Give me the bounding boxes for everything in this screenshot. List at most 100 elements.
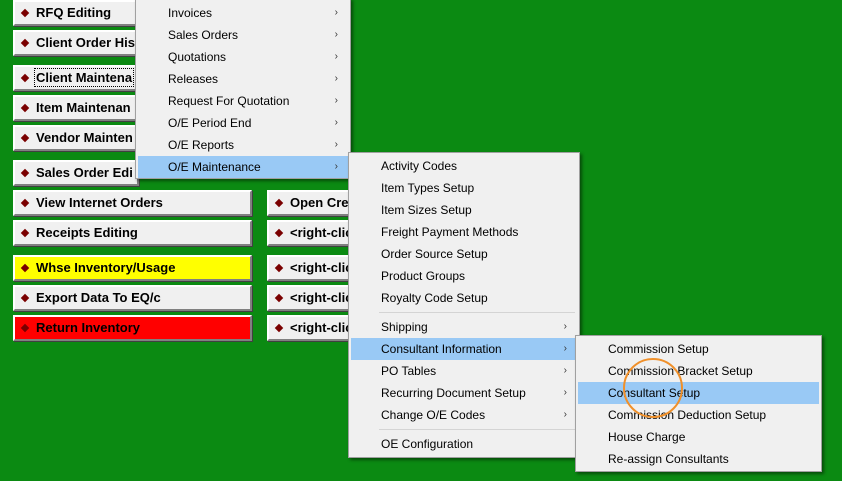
submenu-arrow-icon: › bbox=[334, 95, 338, 106]
vendor-maintenance-button[interactable]: Vendor Mainten bbox=[13, 125, 139, 151]
submenu-arrow-icon: › bbox=[563, 409, 567, 420]
consultant-information-submenu: Commission Setup Commission Bracket Setu… bbox=[575, 335, 822, 472]
menu-item-releases[interactable]: Releases › bbox=[138, 68, 348, 90]
menu-item-label: Item Types Setup bbox=[381, 181, 475, 195]
rfq-editing-button[interactable]: RFQ Editing bbox=[13, 0, 139, 26]
view-internet-orders-button[interactable]: View Internet Orders bbox=[13, 190, 252, 216]
right-click-label: <right-clic bbox=[290, 225, 351, 240]
submenu-arrow-icon: › bbox=[334, 51, 338, 62]
submenu-arrow-icon: › bbox=[334, 117, 338, 128]
menu-item-label: Activity Codes bbox=[381, 159, 458, 173]
diamond-icon bbox=[274, 323, 284, 333]
menu-item-item-sizes-setup[interactable]: Item Sizes Setup bbox=[351, 199, 577, 221]
export-data-label: Export Data To EQ/c bbox=[36, 290, 161, 305]
whse-inventory-usage-button[interactable]: Whse Inventory/Usage bbox=[13, 255, 252, 281]
menu-item-label: Item Sizes Setup bbox=[381, 203, 472, 217]
diamond-icon bbox=[274, 263, 284, 273]
diamond-icon bbox=[20, 263, 30, 273]
menu-item-label: PO Tables bbox=[381, 364, 437, 378]
submenu-arrow-icon: › bbox=[334, 139, 338, 150]
diamond-icon bbox=[20, 168, 30, 178]
right-click-button-3[interactable]: <right-clic bbox=[267, 285, 351, 311]
menu-item-commission-setup[interactable]: Commission Setup bbox=[578, 338, 819, 360]
menu-item-sales-orders[interactable]: Sales Orders › bbox=[138, 24, 348, 46]
menu-item-label: Invoices bbox=[168, 6, 213, 20]
diamond-icon bbox=[20, 8, 30, 18]
menu-item-freight-payment-methods[interactable]: Freight Payment Methods bbox=[351, 221, 577, 243]
right-click-button-1[interactable]: <right-clic bbox=[267, 220, 351, 246]
menu-item-consultant-setup[interactable]: Consultant Setup bbox=[578, 382, 819, 404]
menu-item-label: Commission Setup bbox=[608, 342, 709, 356]
receipts-editing-label: Receipts Editing bbox=[36, 225, 138, 240]
menu-item-consultant-information[interactable]: Consultant Information › bbox=[351, 338, 577, 360]
menu-item-shipping[interactable]: Shipping › bbox=[351, 316, 577, 338]
sales-order-editing-label: Sales Order Edi bbox=[36, 165, 133, 180]
menu-item-oe-maintenance[interactable]: O/E Maintenance › bbox=[138, 156, 348, 178]
item-maintenance-button[interactable]: Item Maintenan bbox=[13, 95, 139, 121]
diamond-icon bbox=[20, 73, 30, 83]
menu-separator bbox=[379, 429, 575, 430]
vendor-maintenance-label: Vendor Mainten bbox=[36, 130, 133, 145]
right-click-button-4[interactable]: <right-clic bbox=[267, 315, 351, 341]
diamond-icon bbox=[274, 198, 284, 208]
submenu-arrow-icon: › bbox=[563, 343, 567, 354]
diamond-icon bbox=[20, 198, 30, 208]
menu-item-label: Recurring Document Setup bbox=[381, 386, 526, 400]
right-click-label: <right-clic bbox=[290, 290, 351, 305]
submenu-arrow-icon: › bbox=[563, 365, 567, 376]
client-order-history-label: Client Order His bbox=[36, 35, 135, 50]
menu-item-label: O/E Reports bbox=[168, 138, 235, 152]
whse-inventory-usage-label: Whse Inventory/Usage bbox=[36, 260, 176, 275]
client-maintenance-button[interactable]: Client Maintena bbox=[13, 65, 139, 91]
submenu-arrow-icon: › bbox=[334, 29, 338, 40]
menu-item-label: Shipping bbox=[381, 320, 428, 334]
diamond-icon bbox=[20, 323, 30, 333]
menu-item-label: Request For Quotation bbox=[168, 94, 290, 108]
menu-item-label: Quotations bbox=[168, 50, 227, 64]
main-menu: Invoices › Sales Orders › Quotations › Rele… bbox=[135, 0, 351, 179]
menu-item-house-charge[interactable]: House Charge bbox=[578, 426, 819, 448]
right-click-button-2[interactable]: <right-clic bbox=[267, 255, 351, 281]
menu-item-oe-period-end[interactable]: O/E Period End › bbox=[138, 112, 348, 134]
submenu-arrow-icon: › bbox=[334, 161, 338, 172]
return-inventory-button[interactable]: Return Inventory bbox=[13, 315, 252, 341]
export-data-button[interactable]: Export Data To EQ/c bbox=[13, 285, 252, 311]
menu-item-activity-codes[interactable]: Activity Codes bbox=[351, 155, 577, 177]
menu-item-quotations[interactable]: Quotations › bbox=[138, 46, 348, 68]
menu-item-oe-reports[interactable]: O/E Reports › bbox=[138, 134, 348, 156]
submenu-arrow-icon: › bbox=[563, 321, 567, 332]
right-click-label: <right-clic bbox=[290, 260, 351, 275]
menu-item-commission-bracket-setup[interactable]: Commission Bracket Setup bbox=[578, 360, 819, 382]
diamond-icon bbox=[20, 103, 30, 113]
menu-item-oe-configuration[interactable]: OE Configuration bbox=[351, 433, 577, 455]
receipts-editing-button[interactable]: Receipts Editing bbox=[13, 220, 252, 246]
submenu-arrow-icon: › bbox=[334, 73, 338, 84]
sales-order-editing-button[interactable]: Sales Order Edi bbox=[13, 160, 139, 186]
menu-item-product-groups[interactable]: Product Groups bbox=[351, 265, 577, 287]
client-order-history-button[interactable]: Client Order His bbox=[13, 30, 139, 56]
menu-item-item-types-setup[interactable]: Item Types Setup bbox=[351, 177, 577, 199]
menu-item-label: Consultant Information bbox=[381, 342, 502, 356]
menu-item-request-for-quotation[interactable]: Request For Quotation › bbox=[138, 90, 348, 112]
client-maintenance-label: Client Maintena bbox=[33, 68, 135, 87]
menu-item-label: Product Groups bbox=[381, 269, 466, 283]
right-click-label: <right-clic bbox=[290, 320, 351, 335]
menu-item-royalty-code-setup[interactable]: Royalty Code Setup bbox=[351, 287, 577, 309]
menu-item-commission-deduction-setup[interactable]: Commission Deduction Setup bbox=[578, 404, 819, 426]
diamond-icon bbox=[20, 228, 30, 238]
menu-item-order-source-setup[interactable]: Order Source Setup bbox=[351, 243, 577, 265]
oe-maintenance-submenu: Activity Codes Item Types Setup Item Siz… bbox=[348, 152, 580, 458]
diamond-icon bbox=[20, 133, 30, 143]
menu-item-label: OE Configuration bbox=[381, 437, 474, 451]
menu-item-reassign-consultants[interactable]: Re-assign Consultants bbox=[578, 448, 819, 470]
menu-item-label: Freight Payment Methods bbox=[381, 225, 519, 239]
menu-item-change-oe-codes[interactable]: Change O/E Codes › bbox=[351, 404, 577, 426]
open-credit-button[interactable]: Open Cre bbox=[267, 190, 351, 216]
menu-item-label: Sales Orders bbox=[168, 28, 239, 42]
menu-item-label: House Charge bbox=[608, 430, 686, 444]
menu-item-recurring-document-setup[interactable]: Recurring Document Setup › bbox=[351, 382, 577, 404]
item-maintenance-label: Item Maintenan bbox=[36, 100, 131, 115]
menu-item-label: O/E Period End bbox=[168, 116, 252, 130]
menu-item-invoices[interactable]: Invoices › bbox=[138, 2, 348, 24]
menu-item-po-tables[interactable]: PO Tables › bbox=[351, 360, 577, 382]
